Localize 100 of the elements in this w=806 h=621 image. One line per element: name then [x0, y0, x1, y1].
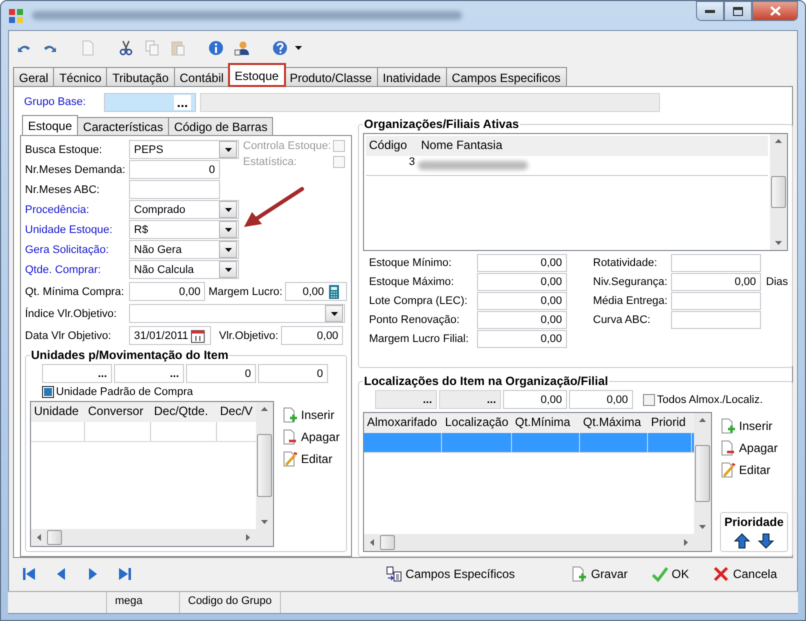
- minus-document-icon: [720, 440, 736, 456]
- status-text: mega: [107, 592, 180, 613]
- number-field[interactable]: [671, 254, 761, 272]
- lookup-field[interactable]: ...: [439, 390, 501, 410]
- column-header[interactable]: Localização: [442, 413, 512, 434]
- caret-icon: [224, 148, 232, 152]
- tab[interactable]: Campos Especificos: [446, 67, 567, 86]
- scroll-right-icon: [246, 534, 250, 542]
- number-field[interactable]: 0,00: [569, 390, 633, 410]
- tab[interactable]: Estoque: [22, 115, 78, 136]
- number-field[interactable]: [671, 311, 761, 330]
- save-button[interactable]: Gravar: [566, 564, 632, 584]
- delete-button[interactable]: Apagar: [720, 440, 788, 456]
- lookup-field[interactable]: ...: [375, 390, 437, 410]
- column-header[interactable]: Almoxarifado: [364, 413, 442, 434]
- caret-icon: [224, 228, 232, 232]
- number-field[interactable]: 0,00: [477, 273, 567, 292]
- data-grid[interactable]: Almoxarifado Localização Qt.Mínima Qt.Máxima Priorid: [363, 412, 712, 552]
- number-field[interactable]: 0,00: [281, 326, 344, 346]
- number-field[interactable]: [129, 180, 220, 200]
- vertical-scrollbar[interactable]: [256, 402, 273, 530]
- number-field[interactable]: 0,00: [477, 292, 567, 310]
- horizontal-scrollbar[interactable]: [31, 529, 256, 546]
- tab[interactable]: Produto/Classe: [284, 67, 378, 86]
- column-header[interactable]: Qt.Mínima: [512, 413, 580, 434]
- column-header[interactable]: Qt.Máxima: [580, 413, 648, 434]
- move-up-button[interactable]: [734, 533, 750, 550]
- dropdown[interactable]: R$: [129, 220, 239, 240]
- close-button[interactable]: [752, 1, 798, 21]
- edit-button[interactable]: Editar: [720, 462, 788, 478]
- vertical-scrollbar[interactable]: [694, 413, 712, 534]
- tab[interactable]: Características: [77, 117, 170, 136]
- column-header[interactable]: Conversor: [85, 402, 151, 422]
- pencil-icon: [720, 462, 736, 478]
- scrollbar-thumb[interactable]: [257, 434, 272, 498]
- tab[interactable]: Técnico: [53, 67, 108, 86]
- vertical-scrollbar[interactable]: [770, 134, 788, 250]
- tab[interactable]: Geral: [13, 67, 54, 86]
- table-row[interactable]: [364, 433, 694, 454]
- lookup-field[interactable]: ...: [114, 364, 184, 384]
- scrollbar-thumb[interactable]: [771, 176, 786, 208]
- number-field[interactable]: 0,00: [477, 330, 567, 348]
- tab[interactable]: Tributação: [106, 67, 175, 86]
- number-field[interactable]: 0,00: [477, 254, 567, 272]
- dropdown[interactable]: Não Gera: [129, 240, 239, 260]
- scrollbar-thumb[interactable]: [380, 535, 395, 550]
- number-field[interactable]: [671, 292, 761, 310]
- fields-button[interactable]: Campos Específicos: [382, 564, 519, 584]
- number-field[interactable]: 0: [129, 160, 220, 180]
- move-down-button[interactable]: [758, 533, 774, 550]
- horizontal-scrollbar[interactable]: [364, 534, 694, 552]
- column-header[interactable]: Dec/V: [217, 402, 256, 422]
- date-field[interactable]: 31/01/2011: [129, 326, 211, 346]
- dropdown[interactable]: [129, 304, 345, 324]
- data-grid[interactable]: Unidade Conversor Dec/Qtde. Dec/V: [30, 401, 274, 548]
- tab[interactable]: Contábil: [174, 67, 230, 86]
- column-header[interactable]: Dec/Qtde.: [151, 402, 217, 422]
- number-field[interactable]: 0,00: [503, 390, 567, 410]
- tab[interactable]: Estoque: [228, 64, 285, 86]
- minimize-button[interactable]: [696, 1, 724, 21]
- dropdown[interactable]: Comprado: [129, 200, 239, 220]
- cancel-button[interactable]: Cancela: [708, 564, 781, 584]
- field-label: Rotatividade:: [593, 257, 658, 270]
- lookup-field[interactable]: ...: [42, 364, 112, 384]
- insert-button[interactable]: Inserir: [720, 418, 788, 434]
- ok-button[interactable]: OK: [648, 564, 693, 584]
- dropdown[interactable]: PEPS: [129, 140, 239, 160]
- tab[interactable]: Código de Barras: [168, 117, 274, 136]
- number-field[interactable]: 0,00: [129, 282, 206, 302]
- copy-icon: [144, 40, 160, 56]
- checkbox[interactable]: [42, 386, 54, 398]
- field-label: Vlr.Objetivo:: [219, 330, 278, 342]
- plus-document-icon: [720, 418, 736, 434]
- scrollbar-thumb[interactable]: [695, 445, 710, 502]
- maximize-button[interactable]: [724, 1, 752, 21]
- scrollbar-thumb[interactable]: [47, 530, 62, 546]
- edit-button[interactable]: Editar: [282, 451, 342, 468]
- column-header[interactable]: Unidade: [31, 402, 85, 422]
- browse-button[interactable]: ...: [174, 94, 191, 110]
- number-field[interactable]: 0,00: [477, 311, 567, 330]
- column-header[interactable]: Código: [366, 136, 418, 156]
- dropdown[interactable]: Não Calcula: [129, 260, 239, 280]
- table-cell-text: 3: [408, 156, 416, 170]
- column-header[interactable]: Priorid: [648, 413, 692, 434]
- number-field[interactable]: 0,00: [671, 273, 761, 292]
- down-arrow-icon: [758, 533, 774, 550]
- number-field[interactable]: 0: [258, 364, 328, 384]
- field-label: Nr.Meses Demanda:: [25, 164, 126, 176]
- lookup-field[interactable]: ...: [104, 92, 196, 112]
- insert-button[interactable]: Inserir: [282, 407, 342, 424]
- checkbox[interactable]: [643, 394, 655, 406]
- number-field[interactable]: 0,00: [285, 282, 347, 302]
- calculator-icon: [326, 284, 342, 300]
- column-header[interactable]: Nome Fantasia: [418, 136, 506, 156]
- field-label: Estoque Máximo:: [369, 276, 455, 288]
- tab[interactable]: Inatividade: [376, 67, 447, 86]
- delete-button[interactable]: Apagar: [282, 429, 342, 446]
- user-icon: [234, 40, 250, 56]
- field-label: Procedência:: [25, 204, 90, 216]
- number-field[interactable]: 0: [186, 364, 256, 384]
